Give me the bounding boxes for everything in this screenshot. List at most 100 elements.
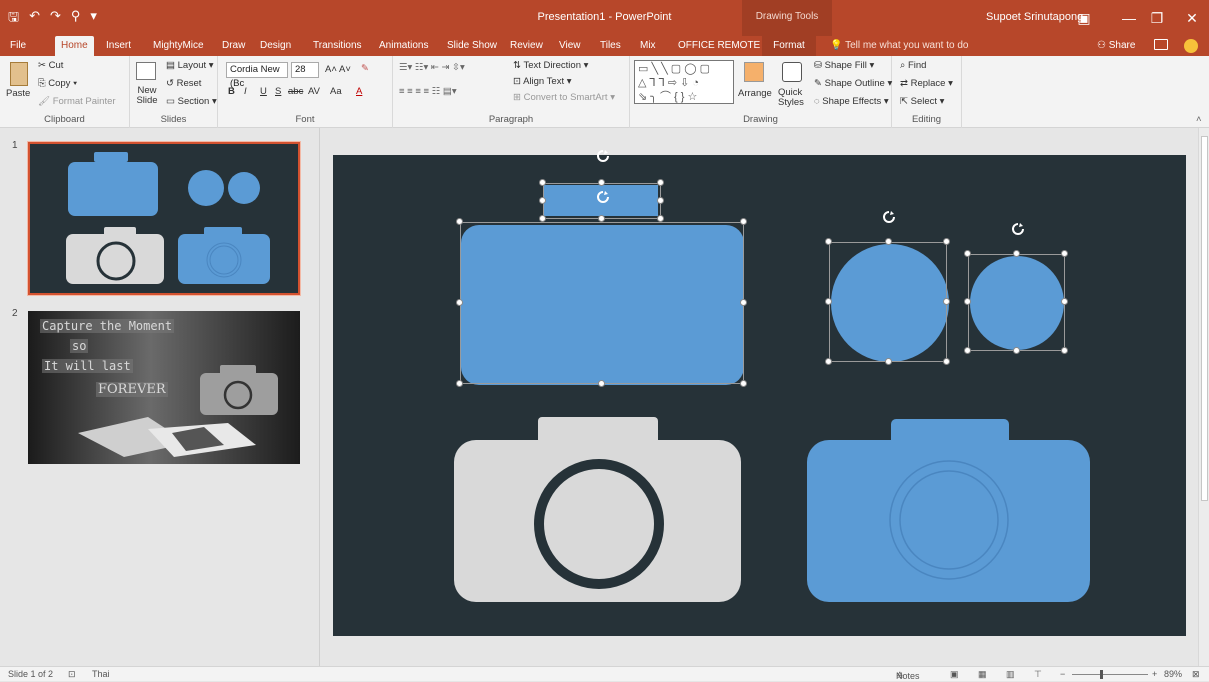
share-button[interactable]: ⚇ Share xyxy=(1097,36,1135,56)
copy-button[interactable]: ⎘ Copy ▾ xyxy=(38,78,77,89)
underline-button[interactable]: U xyxy=(260,86,267,97)
resize-handle[interactable] xyxy=(456,218,463,225)
reset-button[interactable]: ↺ Reset xyxy=(166,78,201,89)
resize-handle[interactable] xyxy=(456,380,463,387)
slide-sorter-icon[interactable]: ▦ xyxy=(978,669,987,680)
bold-button[interactable]: B xyxy=(228,86,235,97)
resize-handle[interactable] xyxy=(964,298,971,305)
paste-icon[interactable] xyxy=(10,62,28,86)
tab-mix[interactable]: Mix xyxy=(634,36,662,56)
resize-handle[interactable] xyxy=(740,380,747,387)
paste-button[interactable]: Paste xyxy=(6,88,30,99)
resize-handle[interactable] xyxy=(740,218,747,225)
shape-outline-button[interactable]: ✎ Shape Outline ▾ xyxy=(814,78,892,89)
resize-handle[interactable] xyxy=(943,238,950,245)
resize-handle[interactable] xyxy=(1061,347,1068,354)
tab-mightymice[interactable]: MightyMice xyxy=(147,36,210,56)
list-buttons-icon[interactable]: ☰▾ ☷▾ ⇤ ⇥ ⇳▾ xyxy=(399,62,465,73)
zoom-level[interactable]: 89% xyxy=(1164,669,1182,679)
restore-button[interactable]: ❐ xyxy=(1143,6,1171,30)
italic-button[interactable]: I xyxy=(244,86,247,97)
resize-handle[interactable] xyxy=(598,179,605,186)
resize-handle[interactable] xyxy=(1013,347,1020,354)
tab-office-remote[interactable]: OFFICE REMOTE xyxy=(672,36,766,56)
resize-handle[interactable] xyxy=(539,179,546,186)
resize-handle[interactable] xyxy=(943,298,950,305)
strikethrough-button[interactable]: abc xyxy=(288,86,303,97)
tab-format[interactable]: Format xyxy=(762,36,816,56)
slide-thumbnail-2[interactable]: Capture the Moment so It will last FOREV… xyxy=(28,311,300,464)
format-painter-button[interactable]: 🖌 Format Painter xyxy=(38,96,116,107)
new-slide-button[interactable]: New Slide xyxy=(132,86,162,106)
align-buttons-icon[interactable]: ≡ ≡ ≡ ≡ ☷ ▤▾ xyxy=(399,86,457,97)
scrollbar-thumb[interactable] xyxy=(1201,136,1208,501)
resize-handle[interactable] xyxy=(1061,250,1068,257)
tab-view[interactable]: View xyxy=(553,36,587,56)
change-case-button[interactable]: Aa xyxy=(330,86,342,97)
replace-button[interactable]: ⇄ Replace ▾ xyxy=(900,78,953,89)
text-direction-button[interactable]: ⇅ Text Direction ▾ xyxy=(513,60,588,71)
arrange-icon[interactable] xyxy=(744,62,764,82)
comments-icon[interactable] xyxy=(1154,39,1168,50)
minimize-button[interactable]: — xyxy=(1115,6,1143,30)
resize-handle[interactable] xyxy=(598,380,605,387)
zoom-out-button[interactable]: − xyxy=(1060,669,1065,679)
quick-styles-icon[interactable] xyxy=(782,62,802,82)
arrange-button[interactable]: Arrange xyxy=(738,88,772,99)
zoom-in-button[interactable]: + xyxy=(1152,669,1157,679)
shadow-button[interactable]: S xyxy=(275,86,281,97)
close-button[interactable]: ✕ xyxy=(1178,6,1206,30)
rotate-handle-icon[interactable] xyxy=(596,190,610,204)
vertical-scrollbar[interactable] xyxy=(1198,128,1209,666)
shapes-gallery[interactable]: ▭ ╲ ╲ ▢ ◯ ▢ △ ⅂ ⅂ ⇨ ⇩ ◔ ⇘ ╮ ⌒ { } ☆ xyxy=(634,60,734,104)
tab-slideshow[interactable]: Slide Show xyxy=(441,36,503,56)
clear-format-icon[interactable]: ✎ xyxy=(361,63,369,74)
resize-handle[interactable] xyxy=(456,299,463,306)
user-name[interactable]: Supoet Srinutapong xyxy=(986,11,1083,23)
tab-design[interactable]: Design xyxy=(254,36,297,56)
find-button[interactable]: ⌕ Find xyxy=(900,60,926,71)
rotate-handle-icon[interactable] xyxy=(1011,222,1025,236)
section-button[interactable]: ▭ Section ▾ xyxy=(166,96,217,107)
resize-handle[interactable] xyxy=(964,347,971,354)
fit-slide-icon[interactable]: ⊠ xyxy=(1192,669,1200,680)
zoom-slider-thumb[interactable] xyxy=(1100,670,1103,679)
tab-home[interactable]: Home xyxy=(55,36,94,56)
resize-handle[interactable] xyxy=(657,197,664,204)
font-color-button[interactable]: A xyxy=(356,86,362,97)
resize-handle[interactable] xyxy=(539,215,546,222)
cut-button[interactable]: ✂ Cut xyxy=(38,60,63,71)
resize-handle[interactable] xyxy=(825,298,832,305)
tab-draw[interactable]: Draw xyxy=(216,36,251,56)
select-button[interactable]: ⇱ Select ▾ xyxy=(900,96,944,107)
resize-handle[interactable] xyxy=(657,179,664,186)
font-size-combo[interactable]: 28 xyxy=(291,62,319,78)
resize-handle[interactable] xyxy=(964,250,971,257)
resize-handle[interactable] xyxy=(825,358,832,365)
zoom-slider-track[interactable] xyxy=(1072,674,1148,675)
font-family-combo[interactable]: Cordia New (Bc xyxy=(226,62,288,89)
convert-smartart-button[interactable]: ⊞ Convert to SmartArt ▾ xyxy=(513,92,615,103)
grow-font-icon[interactable]: A˄ A˅ xyxy=(325,64,351,75)
normal-view-icon[interactable]: ▣ xyxy=(950,669,959,680)
new-slide-icon[interactable] xyxy=(136,62,156,80)
tab-animations[interactable]: Animations xyxy=(373,36,434,56)
resize-handle[interactable] xyxy=(885,358,892,365)
feedback-smiley-icon[interactable] xyxy=(1184,39,1198,53)
tell-me-search[interactable]: 💡 Tell me what you want to do xyxy=(830,36,968,56)
resize-handle[interactable] xyxy=(598,215,605,222)
slideshow-view-icon[interactable]: ⊤ xyxy=(1034,669,1042,680)
layout-button[interactable]: ▤ Layout ▾ xyxy=(166,60,214,71)
align-text-button[interactable]: ⊡ Align Text ▾ xyxy=(513,76,572,87)
spellcheck-icon[interactable]: ⊡ xyxy=(68,669,76,680)
shape-effects-button[interactable]: ◌ Shape Effects ▾ xyxy=(814,96,889,107)
tab-tiles[interactable]: Tiles xyxy=(594,36,627,56)
quick-styles-button[interactable]: Quick Styles xyxy=(778,88,812,108)
tab-transitions[interactable]: Transitions xyxy=(307,36,368,56)
language-indicator[interactable]: Thai xyxy=(92,669,110,679)
rotate-handle-icon[interactable] xyxy=(596,149,610,163)
resize-handle[interactable] xyxy=(1013,250,1020,257)
ribbon-display-icon[interactable]: ▣ xyxy=(1070,6,1098,30)
resize-handle[interactable] xyxy=(885,238,892,245)
collapse-ribbon-icon[interactable]: ˄ xyxy=(1196,114,1202,125)
